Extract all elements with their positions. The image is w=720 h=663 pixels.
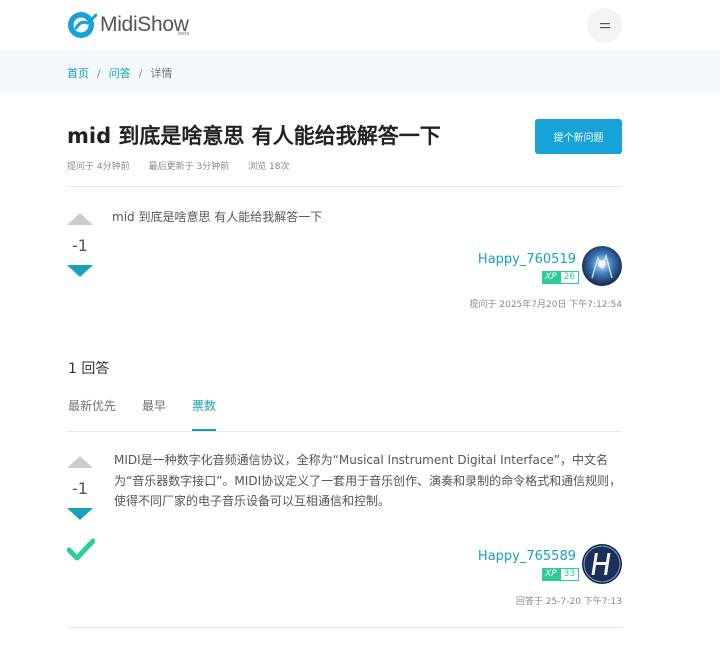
answer-author-name[interactable]: Happy_765589 bbox=[478, 545, 576, 564]
divider bbox=[67, 186, 622, 187]
site-header: MidiShow beta bbox=[0, 0, 720, 50]
breadcrumb: 首页 / 问答 / 详情 bbox=[67, 65, 172, 81]
xp-badge: XP 26 bbox=[542, 271, 580, 284]
question-title: mid 到底是啥意思 有人能给我解答一下 bbox=[67, 124, 441, 148]
logo-beta-badge: beta bbox=[178, 31, 190, 37]
tab-votes[interactable]: 票数 bbox=[192, 397, 217, 431]
xp-value: 33 bbox=[559, 568, 580, 581]
answer-body: MIDI是一种数字化音频通信协议，全称为“Musical Instrument … bbox=[114, 453, 622, 508]
question-view-count: 浏览 18次 bbox=[248, 162, 290, 172]
divider bbox=[67, 431, 622, 432]
breadcrumb-bar: 首页 / 问答 / 详情 bbox=[0, 50, 720, 93]
hamburger-icon bbox=[599, 22, 610, 28]
checkmark-icon bbox=[67, 538, 95, 561]
question-vote-count: -1 bbox=[72, 236, 88, 255]
ask-question-button[interactable]: 提个新问题 bbox=[535, 119, 622, 154]
xp-badge: XP 33 bbox=[542, 568, 580, 581]
tab-oldest[interactable]: 最早 bbox=[142, 397, 166, 431]
breadcrumb-home-link[interactable]: 首页 bbox=[67, 65, 89, 81]
menu-toggle-button[interactable] bbox=[587, 8, 622, 43]
answer-vote-widget: -1 bbox=[67, 456, 93, 522]
answer-count: 1 回答 bbox=[68, 361, 110, 377]
breadcrumb-separator: / bbox=[138, 66, 143, 80]
avatar-image bbox=[582, 246, 622, 286]
avatar[interactable] bbox=[582, 544, 622, 584]
breadcrumb-current: 详情 bbox=[150, 67, 173, 80]
question-asked-time: 提问于 4分钟前 bbox=[67, 162, 130, 172]
question-author-name[interactable]: Happy_760519 bbox=[478, 248, 576, 267]
question-timestamp: 提问于 2025年7月20日 下午7:12:54 bbox=[469, 300, 623, 310]
xp-value: 26 bbox=[559, 271, 580, 284]
xp-label: XP bbox=[542, 271, 560, 284]
downvote-button[interactable] bbox=[67, 508, 93, 520]
avatar-image bbox=[582, 544, 622, 584]
divider bbox=[67, 627, 622, 628]
answer-vote-count: -1 bbox=[72, 479, 88, 498]
logo-text: MidiShow bbox=[100, 13, 189, 36]
question-updated-time: 最后更新于 3分钟前 bbox=[148, 162, 230, 172]
avatar[interactable] bbox=[582, 246, 622, 286]
upvote-button[interactable] bbox=[67, 213, 93, 225]
author-name[interactable]: Happy_765589 bbox=[478, 549, 576, 564]
question-meta: 提问于 4分钟前 最后更新于 3分钟前 浏览 18次 bbox=[67, 159, 290, 172]
question-body: mid 到底是啥意思 有人能给我解答一下 bbox=[112, 210, 323, 224]
breadcrumb-separator: / bbox=[97, 66, 101, 80]
upvote-button[interactable] bbox=[67, 456, 93, 468]
author-name[interactable]: Happy_760519 bbox=[478, 252, 576, 267]
logo-icon bbox=[68, 12, 97, 38]
site-logo[interactable]: MidiShow bbox=[67, 11, 189, 39]
question-vote-widget: -1 bbox=[67, 213, 93, 279]
xp-label: XP bbox=[542, 568, 560, 581]
breadcrumb-questions-link[interactable]: 问答 bbox=[109, 65, 131, 81]
answer-timestamp: 回答于 25-7-20 下午7:13 bbox=[515, 597, 622, 607]
downvote-button[interactable] bbox=[67, 265, 93, 277]
tab-newest[interactable]: 最新优先 bbox=[68, 397, 116, 431]
answer-sort-tabs: 最新优先 最早 票数 bbox=[68, 397, 242, 431]
